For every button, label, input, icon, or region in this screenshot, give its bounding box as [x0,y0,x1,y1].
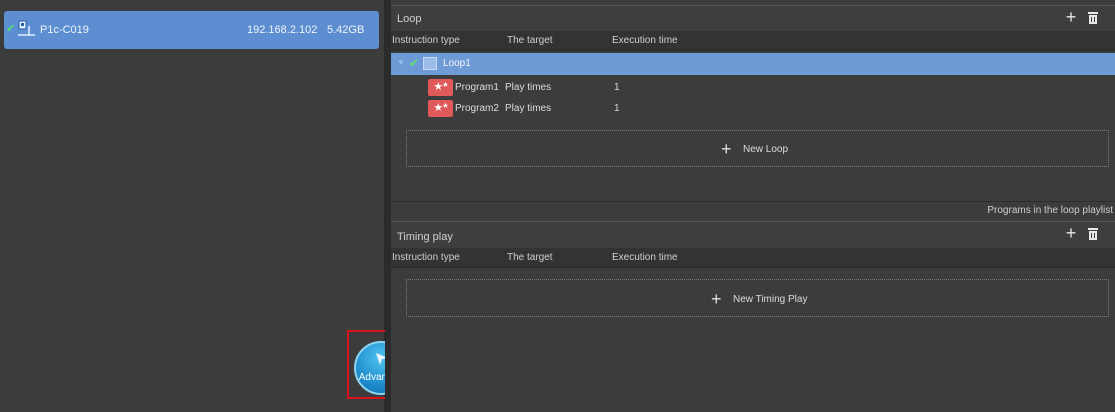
timing-section-title: Timing play [397,231,453,243]
star-icon: ★* [428,79,453,96]
new-timing-play-button[interactable]: + New Timing Play [406,279,1109,317]
program-target: Play times [505,82,552,93]
checkmark-icon[interactable]: ✔ [6,24,16,35]
device-ip: 192.168.2.102 [247,24,318,36]
program-name: Program1 [455,82,499,93]
loop-status-bar: Programs in the loop playlist [391,201,1115,218]
plus-icon: + [711,289,722,309]
column-instruction-type: Instruction type [392,35,460,46]
column-execution-time: Execution time [612,252,678,263]
device-name: P1c-C019 [40,24,89,36]
expand-icon[interactable]: ▼ [397,58,405,67]
screen-icon [18,20,35,36]
program-row[interactable]: ★* Program1 Play times 1 [391,77,1115,99]
loop-section-header: Loop + [391,5,1115,31]
loop-section-title: Loop [397,13,422,25]
timing-section-header: Timing play + [391,221,1115,247]
timing-column-header: Instruction type The target Execution ti… [391,248,1115,268]
device-row[interactable]: ✔ P1c-C019 192.168.2.102 5.42GB [4,11,379,49]
playlist-panel: Loop + Instruction type The target Execu… [391,0,1115,412]
loop-column-header: Instruction type The target Execution ti… [391,31,1115,51]
new-loop-button[interactable]: + New Loop [406,130,1109,167]
column-target: The target [507,252,553,263]
program-target: Play times [505,103,552,114]
column-instruction-type: Instruction type [392,252,460,263]
device-panel: ✔ P1c-C019 192.168.2.102 5.42GB Advanced [0,0,416,412]
plus-icon[interactable]: + [1062,224,1080,244]
loop-item-row[interactable]: ▼ ✔ Loop1 [391,53,1115,75]
program-row[interactable]: ★* Program2 Play times 1 [391,98,1115,120]
new-loop-label: New Loop [743,144,789,155]
loop-item-label: Loop1 [443,58,471,69]
calendar-icon [423,57,437,70]
star-icon: ★* [428,100,453,117]
trash-icon[interactable] [1084,224,1102,244]
column-execution-time: Execution time [612,35,678,46]
trash-icon[interactable] [1084,8,1102,28]
column-target: The target [507,35,553,46]
plus-icon: + [721,139,732,159]
program-execution: 1 [614,103,620,114]
plus-icon[interactable]: + [1062,8,1080,28]
program-execution: 1 [614,82,620,93]
loop-status-text: Programs in the loop playlist [987,205,1113,216]
device-size: 5.42GB [327,24,365,36]
new-timing-play-label: New Timing Play [733,294,808,305]
checkmark-icon[interactable]: ✔ [409,56,419,70]
program-name: Program2 [455,103,499,114]
